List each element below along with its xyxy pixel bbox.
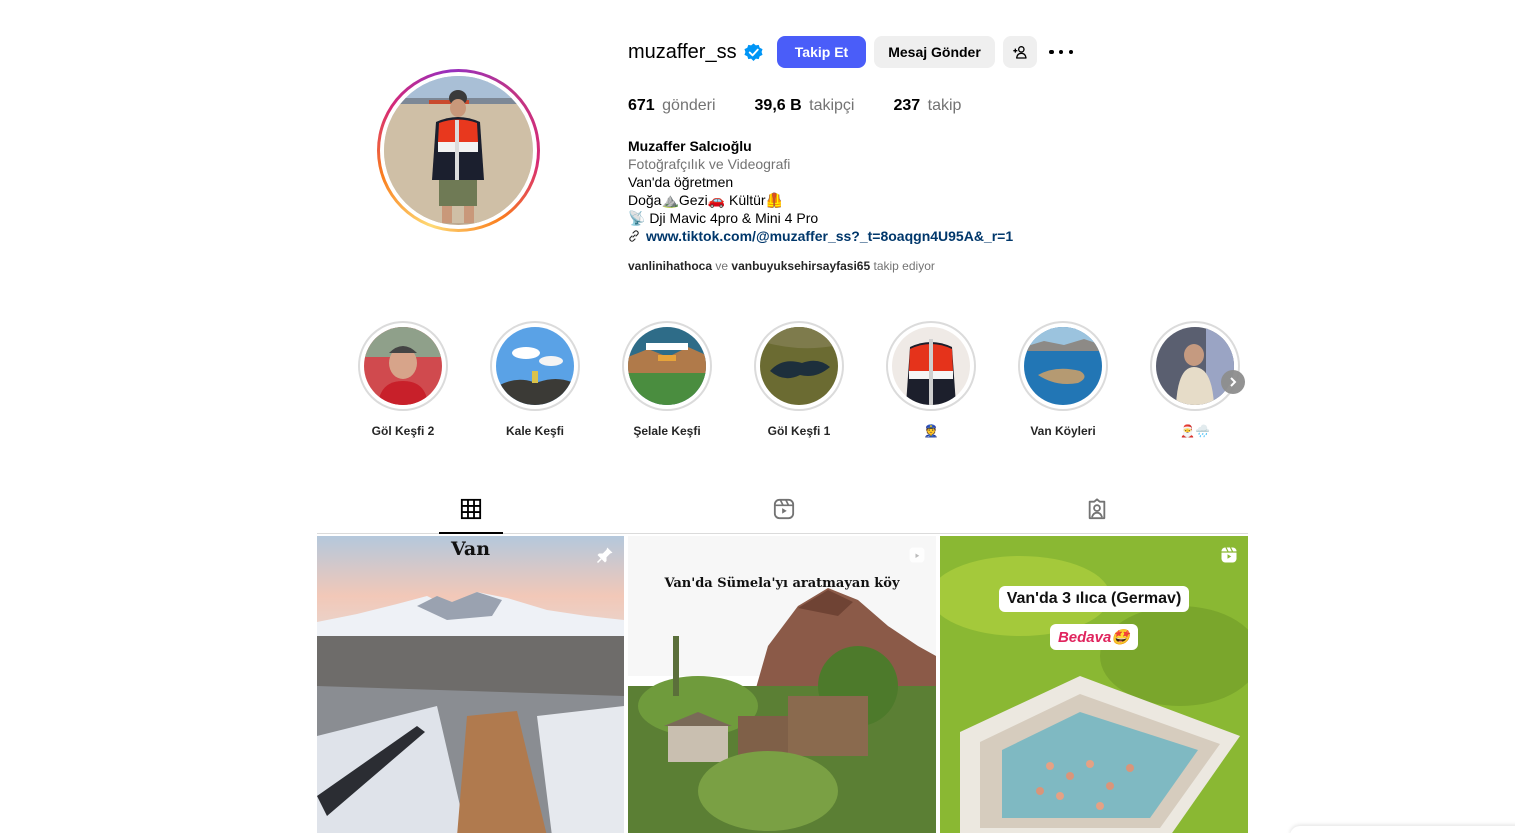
highlight-item[interactable]: Göl Keşfi 1 xyxy=(754,321,844,438)
profile-username: muzaffer_ss xyxy=(628,40,737,63)
post-subtitle: Bedava🤩 xyxy=(1049,624,1139,650)
reel-icon xyxy=(1221,547,1237,563)
tab-posts[interactable] xyxy=(451,498,491,534)
highlight-cover xyxy=(628,327,706,405)
highlight-item[interactable]: 👮 xyxy=(886,321,976,438)
mutual-followers[interactable]: vanlinihathoca ve vanbuyuksehirsayfasi65… xyxy=(628,259,935,273)
follow-button[interactable]: Takip Et xyxy=(777,36,866,68)
bio-name: Muzaffer Salcıoğlu xyxy=(628,138,752,154)
reels-icon xyxy=(773,498,795,520)
profile-bio: Muzaffer Salcıoğlu Fotoğrafçılık ve Vide… xyxy=(628,137,1013,245)
highlight-cover xyxy=(760,327,838,405)
verified-badge-icon xyxy=(744,42,763,61)
post-title: Van xyxy=(450,538,491,560)
post-tile[interactable]: Van'da Sümela'yı aratmayan köy xyxy=(628,536,936,833)
post-title: Van'da Sümela'yı aratmayan köy xyxy=(664,576,900,591)
highlights-next-button[interactable] xyxy=(1221,370,1245,394)
tab-reels[interactable] xyxy=(764,498,804,534)
add-user-icon xyxy=(1013,46,1027,59)
highlight-cover xyxy=(1024,327,1102,405)
posts-count: 671 gönderi xyxy=(628,97,716,114)
highlight-cover xyxy=(1156,327,1234,405)
highlight-item[interactable]: Göl Keşfi 2 xyxy=(358,321,448,438)
story-highlights: Göl Keşfi 2 Kale Keşfi Şelale Keşfi Göl … xyxy=(358,321,1258,441)
bio-line: 📡 Dji Mavic 4pro & Mini 4 Pro xyxy=(628,210,819,226)
post-title: Van'da 3 ılıca (Germav) xyxy=(998,586,1190,612)
followers-count[interactable]: 39,6 B takipçi xyxy=(755,97,855,115)
reel-icon xyxy=(909,547,925,563)
bio-link[interactable]: www.tiktok.com/@muzaffer_ss?_t=8oaqgn4U9… xyxy=(628,227,1013,245)
message-button[interactable]: Mesaj Gönder xyxy=(874,36,995,68)
bio-line: Van'da öğretmen xyxy=(628,174,734,190)
link-icon xyxy=(629,230,639,242)
suggested-users-button[interactable] xyxy=(1003,36,1037,68)
avatar xyxy=(384,76,533,225)
active-tab-indicator xyxy=(439,532,503,534)
more-options-icon[interactable] xyxy=(1049,44,1073,60)
highlight-cover xyxy=(496,327,574,405)
highlight-cover xyxy=(364,327,442,405)
pin-icon xyxy=(596,547,613,564)
bio-category: Fotoğrafçılık ve Videografi xyxy=(628,156,791,172)
highlight-item[interactable]: Van Köyleri xyxy=(1018,321,1108,438)
highlight-item[interactable]: Şelale Keşfi xyxy=(622,321,712,438)
bio-line: Doğa⛰️Gezi🚗 Kültür🦺 xyxy=(628,192,784,208)
bottom-panel-edge xyxy=(1290,826,1515,833)
post-tile[interactable]: Van xyxy=(317,536,624,833)
profile-avatar-ring[interactable] xyxy=(377,69,540,232)
chevron-right-icon xyxy=(1230,377,1237,387)
following-count[interactable]: 237 takip xyxy=(893,97,961,115)
tab-tagged[interactable] xyxy=(1077,498,1117,534)
profile-stats: 671 gönderi 39,6 B takipçi 237 takip xyxy=(628,97,1000,115)
highlight-item[interactable]: Kale Keşfi xyxy=(490,321,580,438)
highlight-cover xyxy=(892,327,970,405)
tagged-icon xyxy=(1088,498,1106,520)
post-tile[interactable]: Van'da 3 ılıca (Germav) Bedava🤩 xyxy=(940,536,1248,833)
grid-icon xyxy=(460,498,482,520)
